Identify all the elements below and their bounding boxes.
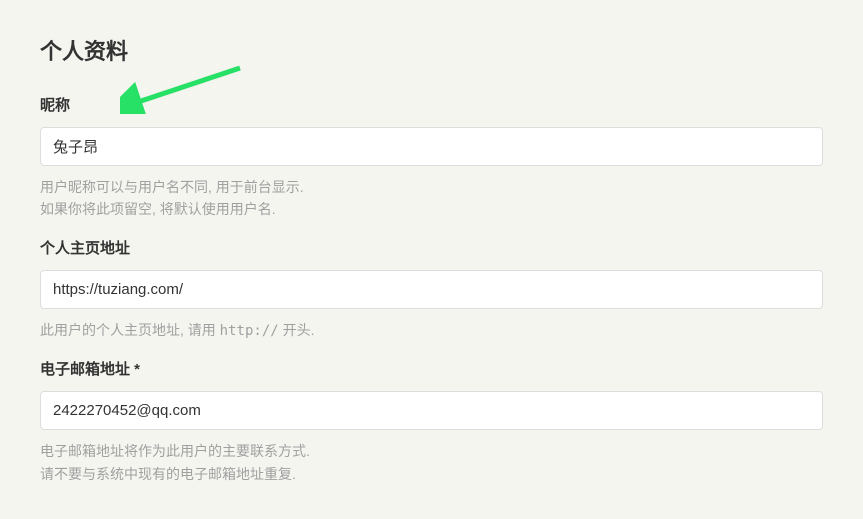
email-help-line1: 电子邮箱地址将作为此用户的主要联系方式. [40, 440, 823, 462]
homepage-input[interactable] [40, 270, 823, 309]
nickname-help-line1: 用户昵称可以与用户名不同, 用于前台显示. [40, 176, 823, 198]
email-help-line2: 请不要与系统中现有的电子邮箱地址重复. [40, 463, 823, 485]
email-group: 电子邮箱地址 * 电子邮箱地址将作为此用户的主要联系方式. 请不要与系统中现有的… [40, 358, 823, 485]
homepage-help: 此用户的个人主页地址, 请用 http:// 开头. [40, 319, 823, 342]
nickname-help: 用户昵称可以与用户名不同, 用于前台显示. 如果你将此项留空, 将默认使用用户名… [40, 176, 823, 221]
homepage-help-prefix: 此用户的个人主页地址, 请用 [40, 322, 220, 338]
homepage-label: 个人主页地址 [40, 237, 823, 258]
nickname-help-line2: 如果你将此项留空, 将默认使用用户名. [40, 198, 823, 220]
email-input[interactable] [40, 391, 823, 430]
section-title: 个人资料 [40, 34, 823, 66]
nickname-group: 昵称 用户昵称可以与用户名不同, 用于前台显示. 如果你将此项留空, 将默认使用… [40, 94, 823, 221]
homepage-group: 个人主页地址 此用户的个人主页地址, 请用 http:// 开头. [40, 237, 823, 342]
email-help: 电子邮箱地址将作为此用户的主要联系方式. 请不要与系统中现有的电子邮箱地址重复. [40, 440, 823, 485]
homepage-help-code: http:// [220, 323, 279, 339]
nickname-input[interactable] [40, 127, 823, 166]
homepage-help-suffix: 开头. [279, 322, 315, 338]
email-label: 电子邮箱地址 * [40, 358, 823, 379]
nickname-label: 昵称 [40, 94, 823, 115]
